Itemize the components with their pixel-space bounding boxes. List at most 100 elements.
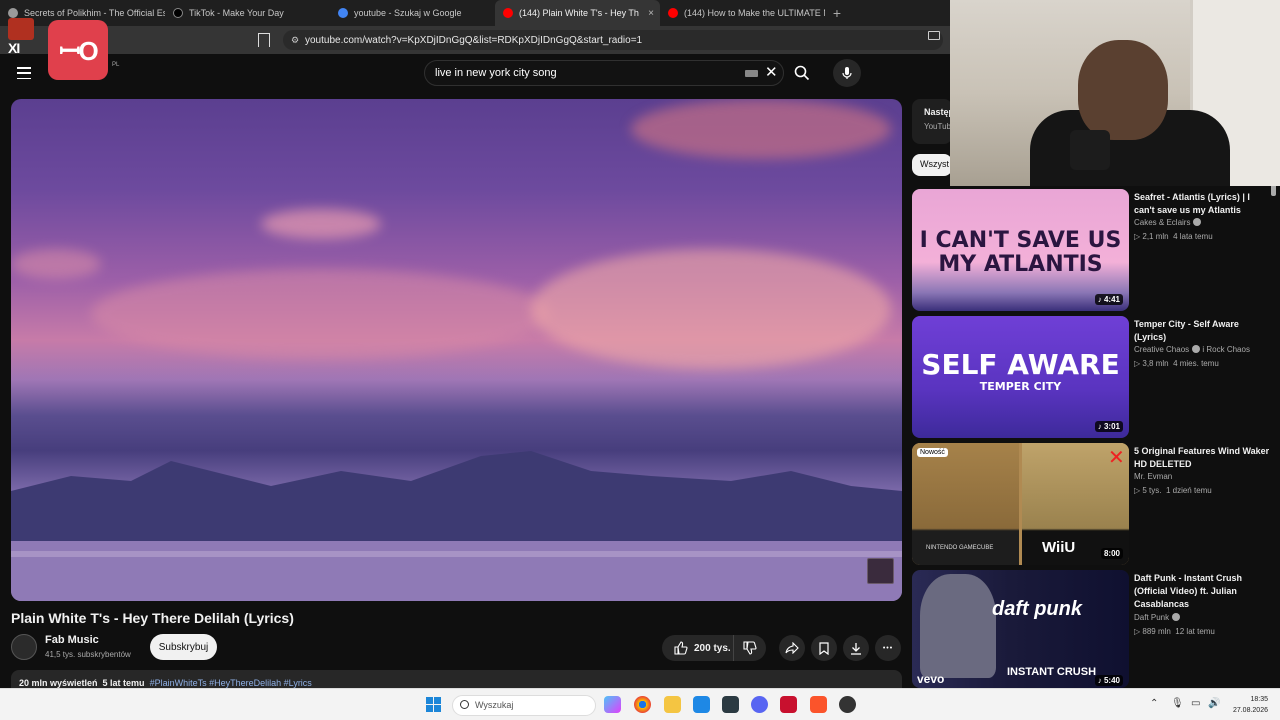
tab-title: TikTok - Make Your Day: [189, 8, 284, 18]
recommendation-item[interactable]: daft punk INSTANT CRUSH vevo ♪ 5:40 Daft…: [912, 570, 1272, 688]
channel-avatar[interactable]: [11, 634, 37, 660]
app-red-icon[interactable]: [780, 696, 797, 713]
tray-chevron-icon[interactable]: ⌃: [1150, 698, 1158, 709]
store-icon[interactable]: [693, 696, 710, 713]
recommendation-title[interactable]: Daft Punk - Instant Crush (Official Vide…: [1134, 572, 1270, 611]
subscribe-button[interactable]: Subskrybuj: [150, 634, 217, 660]
search-input[interactable]: live in new york city song ✕: [424, 60, 784, 86]
subscriber-count: 41,5 tys. subskrybentów: [45, 650, 131, 659]
browser-tab-active[interactable]: (144) Plain White T's - Hey Th ×: [495, 0, 660, 26]
keyboard-icon[interactable]: [745, 70, 758, 77]
cast-icon[interactable]: [928, 31, 940, 40]
recommendation-title[interactable]: Temper City - Self Aware (Lyrics): [1134, 318, 1270, 344]
tray-network-icon[interactable]: ▭: [1191, 698, 1200, 709]
up-next-card[interactable]: Następ YouTub: [912, 99, 952, 144]
google-favicon-icon: [338, 8, 348, 18]
clear-search-icon[interactable]: ✕: [765, 63, 778, 81]
windows-start-icon[interactable]: [426, 697, 441, 712]
webcam-overlay: [950, 0, 1280, 186]
bookmark-save-icon: [819, 641, 829, 655]
video-duration: ♪ 3:01: [1094, 421, 1123, 432]
recommendation-channel[interactable]: Daft Punk: [1134, 613, 1181, 622]
search-button[interactable]: [784, 60, 820, 86]
taskbar-search-field[interactable]: Wyszukaj: [452, 695, 596, 716]
channel-watermark-icon[interactable]: [867, 558, 894, 584]
recommendation-title[interactable]: 5 Original Features Wind Waker HD DELETE…: [1134, 445, 1270, 471]
tab-favicon-icon: [8, 8, 18, 18]
sky-cloud: [91, 269, 551, 359]
channel-name[interactable]: Fab Music: [45, 634, 99, 646]
video-thumbnail[interactable]: Nowość ✕ NINTENDO GAMECUBE WiiU 8:00: [912, 443, 1129, 565]
dislike-button[interactable]: [734, 635, 766, 661]
video-duration: 8:00: [1100, 548, 1123, 559]
share-button[interactable]: [779, 635, 805, 661]
recommendation-channel[interactable]: Cakes & Eclairs: [1134, 218, 1202, 227]
thumbnail-right-label: WiiU: [1042, 539, 1076, 556]
sky-cloud: [631, 99, 891, 159]
tiktok-favicon-icon: [173, 8, 183, 18]
site-info-icon[interactable]: ⚙: [291, 35, 299, 46]
view-count: 20 mln wyświetleń: [19, 678, 98, 688]
recommendation-item[interactable]: I CAN'T SAVE US MY ATLANTIS ♪ 4:41 Seafr…: [912, 189, 1272, 311]
new-tab-button[interactable]: +: [825, 5, 849, 21]
thumbnail-text: INSTANT CRUSH: [1007, 666, 1097, 678]
more-actions-button[interactable]: •••: [875, 635, 901, 661]
region-label: PL: [112, 62, 120, 68]
recommendation-item[interactable]: Nowość ✕ NINTENDO GAMECUBE WiiU 8:00 5 O…: [912, 443, 1272, 565]
tab-title: (144) How to Make the ULTIMATE M: [684, 8, 825, 18]
sky-cloud: [531, 249, 891, 369]
download-button[interactable]: [843, 635, 869, 661]
clock-time: 18:35: [1250, 696, 1268, 703]
verified-icon: [1193, 218, 1202, 226]
recommendation-channel[interactable]: Mr. Evman: [1134, 472, 1172, 481]
verified-icon: [1192, 345, 1201, 353]
thumbnail-subtext: TEMPER CITY: [979, 380, 1062, 393]
file-explorer-icon[interactable]: [664, 696, 681, 713]
bookmark-icon[interactable]: [258, 33, 270, 47]
taskbar-clock[interactable]: 18:35 27.08.2026: [1228, 694, 1268, 716]
tray-mic-icon[interactable]: 🎙: [1171, 698, 1184, 709]
upload-age: 5 lat temu: [102, 678, 145, 688]
hashtags[interactable]: #PlainWhiteTs #HeyThereDelilah #Lyrics: [150, 678, 312, 688]
browser-tab[interactable]: (144) How to Make the ULTIMATE M: [660, 0, 825, 26]
tray-volume-icon[interactable]: 🔊: [1208, 698, 1220, 709]
hamburger-menu-icon[interactable]: [17, 67, 31, 79]
browser-tab-bar: Secrets of Polikhim - The Official Esc T…: [0, 0, 950, 26]
save-button[interactable]: [811, 635, 837, 661]
tab-title: (144) Plain White T's - Hey Th: [519, 8, 639, 18]
youtube-favicon-icon: [503, 8, 513, 18]
video-thumbnail[interactable]: daft punk INSTANT CRUSH vevo ♪ 5:40: [912, 570, 1129, 688]
thumbs-down-icon: [743, 641, 757, 655]
filter-chip-all[interactable]: Wszyst: [912, 154, 952, 176]
voice-search-button[interactable]: [833, 59, 861, 87]
chrome-icon[interactable]: [634, 696, 651, 713]
app-dark-icon[interactable]: [839, 696, 856, 713]
youtube-header: e PL live in new york city song ✕: [0, 54, 950, 94]
app-icon[interactable]: [722, 696, 739, 713]
browser-tab[interactable]: youtube - Szukaj w Google: [330, 0, 495, 26]
like-button[interactable]: 200 tys.: [662, 635, 734, 661]
verified-icon: [1172, 613, 1181, 621]
url-field[interactable]: ⚙ youtube.com/watch?v=KpXDjIDnGgQ&list=R…: [283, 30, 943, 50]
recommendation-item[interactable]: SELF AWARE TEMPER CITY ♪ 3:01 Temper Cit…: [912, 316, 1272, 438]
recommendation-title[interactable]: Seafret - Atlantis (Lyrics) | I can't sa…: [1134, 191, 1270, 217]
video-thumbnail[interactable]: I CAN'T SAVE US MY ATLANTIS ♪ 4:41: [912, 189, 1129, 311]
video-thumbnail[interactable]: SELF AWARE TEMPER CITY ♪ 3:01: [912, 316, 1129, 438]
search-icon: [460, 700, 469, 709]
vevo-logo: vevo: [917, 672, 945, 686]
download-icon: [851, 642, 861, 655]
recommendation-meta: ▷ 3,8 mln 4 mies. temu: [1134, 359, 1219, 368]
browser-tab[interactable]: TikTok - Make Your Day: [165, 0, 330, 26]
recommendation-meta: ▷ 889 mln 12 lat temu: [1134, 627, 1215, 636]
copilot-icon[interactable]: [604, 696, 621, 713]
discord-icon[interactable]: [751, 696, 768, 713]
windows-taskbar: Wyszukaj ⌃ 🎙 ▭ 🔊 18:35 27.08.2026: [0, 688, 1280, 720]
up-next-title: Następ: [924, 107, 952, 117]
video-player[interactable]: [11, 99, 902, 601]
tab-close-icon[interactable]: ×: [648, 8, 654, 19]
microphone-icon: [842, 67, 852, 79]
recommendation-channel[interactable]: Creative Chaos i Rock Chaos: [1134, 345, 1250, 354]
thumbnail-logo: daft punk: [992, 598, 1082, 620]
brave-icon[interactable]: [810, 696, 827, 713]
thumbnail-portrait: [920, 574, 996, 678]
